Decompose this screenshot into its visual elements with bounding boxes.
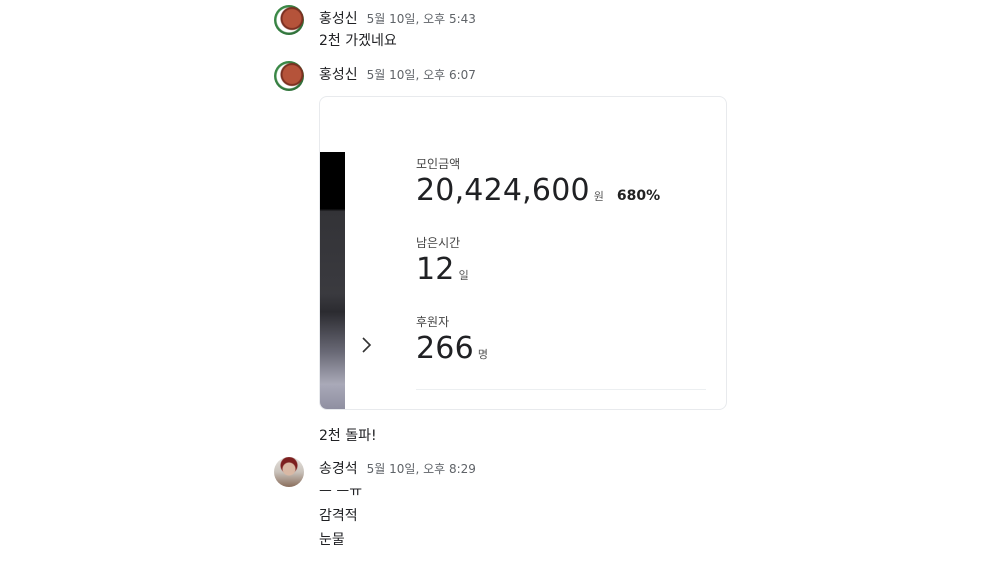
timestamp: 5월 10일, 오후 5:43 <box>366 12 476 26</box>
preview-image <box>320 152 345 409</box>
remaining-label: 남은시간 <box>416 236 461 250</box>
message-header: 송경석 5월 10일, 오후 8:29 <box>319 458 476 478</box>
avatar[interactable] <box>274 5 304 35</box>
backers-unit: 명 <box>477 348 488 361</box>
avatar[interactable] <box>274 61 304 91</box>
remaining-value: 12 <box>416 252 455 287</box>
message-text: 눈물 <box>319 532 345 548</box>
raised-unit: 원 <box>593 190 604 203</box>
chat-thread: 홍성신 5월 10일, 오후 5:43 2천 가겠네요 홍성신 5월 10일, … <box>0 0 1000 566</box>
message-text: 2천 돌파! <box>319 428 377 444</box>
message-text: 2천 가겠네요 <box>319 33 397 49</box>
raised-percent: 680% <box>616 188 661 204</box>
raised-label: 모인금액 <box>416 157 461 171</box>
message-header: 홍성신 5월 10일, 오후 5:43 <box>319 8 476 28</box>
message-header: 홍성신 5월 10일, 오후 6:07 <box>319 64 476 84</box>
card-divider <box>416 389 706 390</box>
backers-label: 후원자 <box>416 315 450 329</box>
message-text: 감격적 <box>319 508 358 524</box>
backers-value: 266 <box>416 331 474 366</box>
sender-name: 홍성신 <box>319 11 358 27</box>
sender-name: 홍성신 <box>319 67 358 83</box>
remaining-row: 12 일 <box>416 252 469 287</box>
raised-amount: 20,424,600 <box>416 173 590 208</box>
link-preview-card[interactable]: 모인금액 20,424,600 원 680% 남은시간 12 일 후원자 266… <box>319 96 727 410</box>
timestamp: 5월 10일, 오후 8:29 <box>366 462 476 476</box>
remaining-unit: 일 <box>458 269 469 282</box>
timestamp: 5월 10일, 오후 6:07 <box>366 68 476 82</box>
raised-row: 20,424,600 원 680% <box>416 173 660 208</box>
sender-name: 송경석 <box>319 461 358 477</box>
message-text: ㅡ ㅡㅠ <box>319 484 363 500</box>
avatar[interactable] <box>274 457 304 487</box>
backers-row: 266 명 <box>416 331 488 366</box>
chevron-right-icon[interactable] <box>360 335 374 355</box>
